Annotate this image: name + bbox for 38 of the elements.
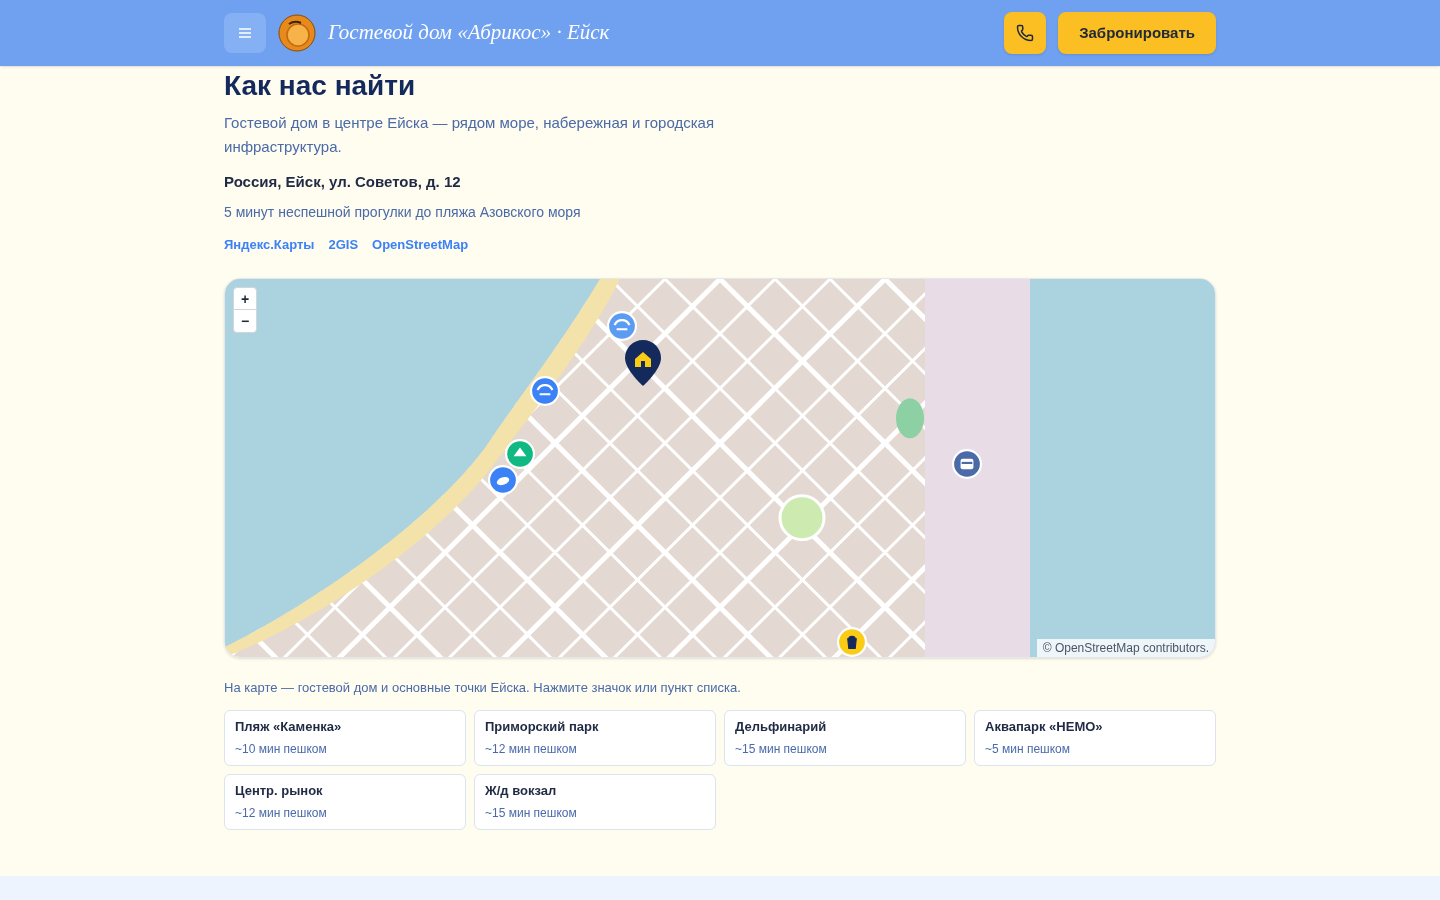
walk-time: ~15 мин пешком <box>485 805 578 823</box>
zoom-out-button[interactable]: − <box>234 310 256 332</box>
place-name: Пляж «Каменка» <box>235 717 343 736</box>
walk-time: ~10 мин пешком <box>235 741 328 759</box>
book-button[interactable]: Забронировать <box>1058 12 1216 54</box>
place-name: Дельфинарий <box>735 717 828 736</box>
walk-time: ~12 мин пешком <box>485 741 578 759</box>
place-card[interactable]: Дельфинарий ~15 мин пешком <box>724 709 966 766</box>
section-title: Как нас найти <box>224 69 417 103</box>
place-card[interactable]: Ж/д вокзал ~15 мин пешком <box>474 773 716 830</box>
map-caption: На карте — гостевой дом и основные точки Ейска. Нажмите значок или пункт списка. <box>224 679 742 697</box>
walk-time: ~5 мин пешком <box>985 741 1072 759</box>
place-name: Ж/д вокзал <box>485 781 558 800</box>
place-card[interactable]: Пляж «Каменка» ~10 мин пешком <box>224 709 466 766</box>
place-name: Центр. рынок <box>235 781 324 800</box>
place-name: Аквапарк «НЕМО» <box>985 717 1104 736</box>
place-card[interactable]: Приморский парк ~12 мин пешком <box>474 709 716 766</box>
walk-note: 5 минут неспешной прогулки до пляжа Азовского моря <box>224 202 582 222</box>
map-panel[interactable]: + − © OpenStreetMap contributors. <box>224 278 1216 658</box>
intro-text: Гостевой дом в центре Ейска — рядом море, набережная и городская инфраструктура. <box>224 113 716 157</box>
walk-time: ~15 мин пешком <box>735 741 828 759</box>
phone-button[interactable] <box>1004 12 1047 54</box>
home-pin-icon[interactable] <box>624 339 662 387</box>
menu-button[interactable] <box>224 13 266 53</box>
place-card[interactable]: Центр. рынок ~12 мин пешком <box>224 773 466 830</box>
menu-icon <box>239 28 251 38</box>
apricot-logo-icon <box>278 14 316 52</box>
phone-icon <box>1016 24 1035 42</box>
brand-title: Гостевой дом «Абрикос» · Ейск <box>328 19 610 47</box>
address-text: Россия, Ейск, ул. Советов, д. 12 <box>224 172 462 192</box>
map-link[interactable]: 2GIS <box>328 234 359 254</box>
walk-time: ~12 мин пешком <box>235 805 328 823</box>
place-card[interactable]: Аквапарк «НЕМО» ~5 мин пешком <box>974 709 1216 766</box>
map-link[interactable]: Яндекс.Карты <box>224 234 315 254</box>
map-link[interactable]: OpenStreetMap <box>372 234 469 254</box>
place-name: Приморский парк <box>485 717 600 736</box>
map-attribution: © OpenStreetMap contributors. <box>1036 639 1215 657</box>
zoom-in-button[interactable]: + <box>234 288 256 310</box>
